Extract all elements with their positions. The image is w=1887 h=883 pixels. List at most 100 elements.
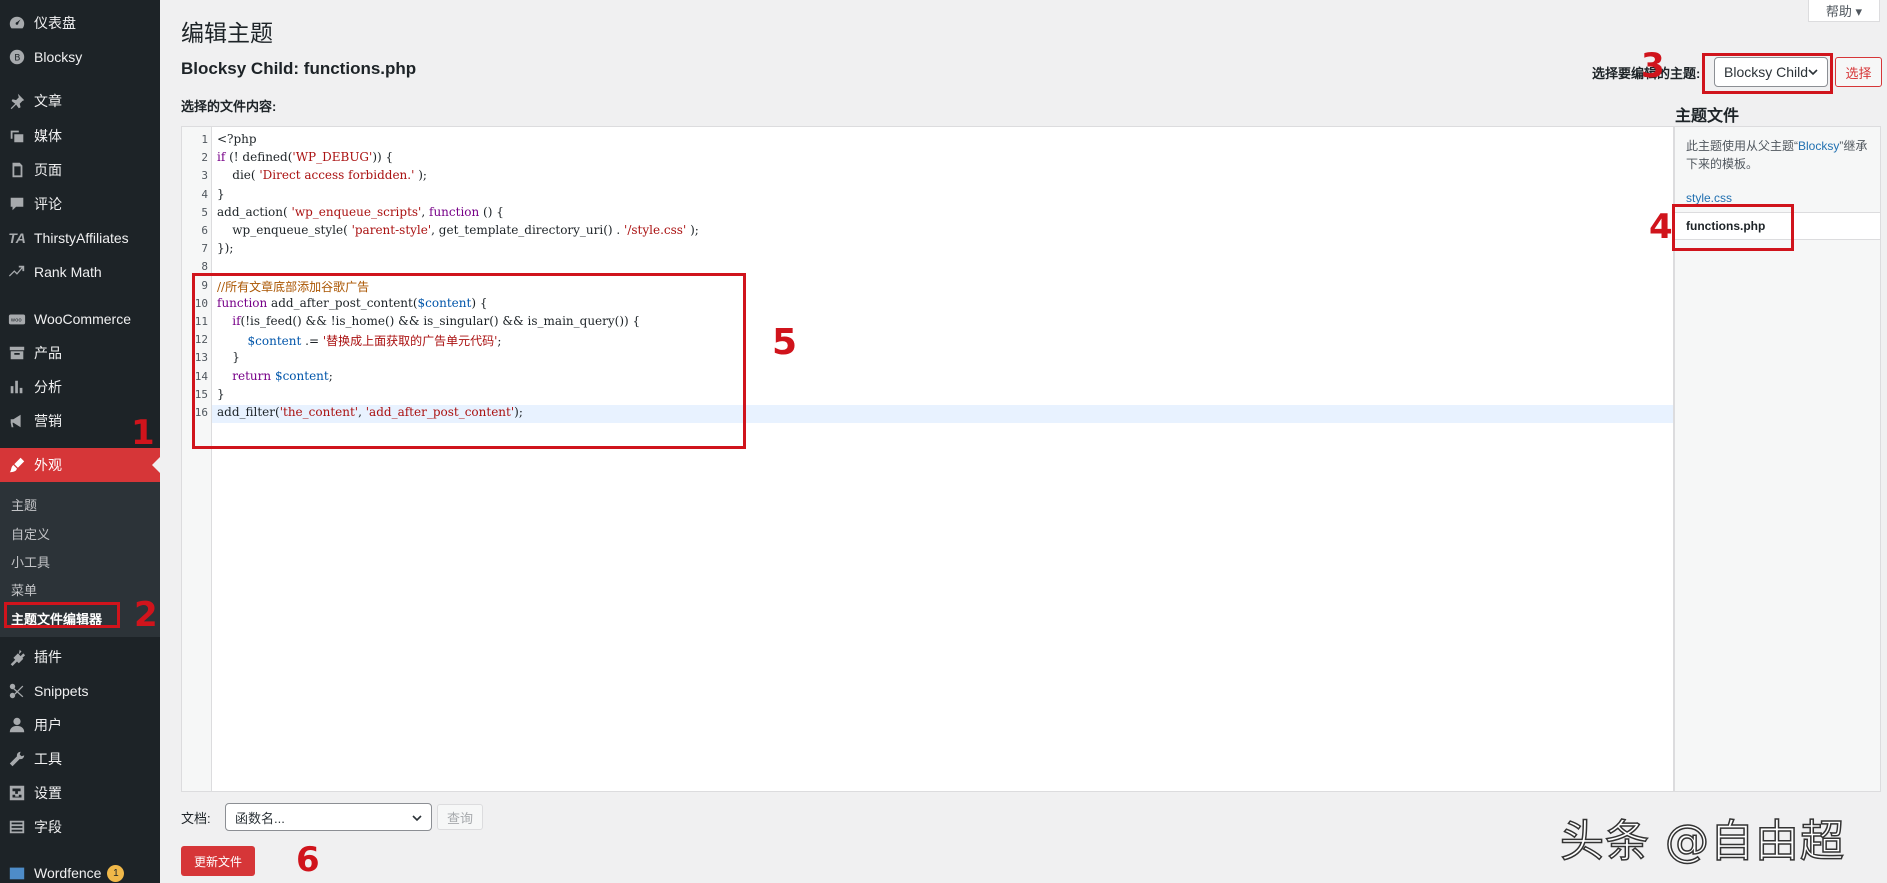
code-editor[interactable]: 1 2 3 4 5 6 7 8 9 10 11 12 13 14 15 16 <?php if (! defin…: [181, 126, 1853, 792]
submenu-item-menus[interactable]: 菜单: [11, 580, 37, 599]
fields-icon: [0, 818, 34, 836]
watermark: 头条 @自由超: [1559, 815, 1845, 868]
line-number: 5: [201, 205, 208, 219]
submenu-item-customize[interactable]: 自定义: [11, 524, 50, 543]
submenu-item-themes[interactable]: 主题: [11, 495, 37, 514]
rank-math-icon: [0, 263, 34, 281]
sidebar-item-label: WooCommerce: [34, 311, 131, 327]
sidebar-item-label: 工具: [34, 751, 62, 767]
select-theme-button[interactable]: 选择: [1835, 57, 1882, 87]
annotation-number-5: 5: [772, 322, 798, 363]
function-name-dropdown[interactable]: 函数名...: [225, 803, 432, 831]
line-number: 2: [201, 151, 208, 165]
sidebar-item-users[interactable]: 用户: [0, 708, 160, 742]
sidebar-item-label: 文章: [34, 93, 62, 109]
content-label: 选择的文件内容:: [181, 99, 277, 114]
sidebar-item-label: Blocksy: [34, 49, 83, 65]
sidebar-item-comments[interactable]: 评论: [0, 187, 160, 221]
sidebar-item-plugins[interactable]: 插件: [0, 640, 160, 674]
submenu-item-widgets[interactable]: 小工具: [11, 552, 50, 571]
code-line: });: [217, 241, 234, 256]
line-number: 6: [201, 224, 208, 237]
line-number: 4: [201, 187, 208, 201]
sidebar-item-label: 评论: [34, 196, 62, 212]
media-icon: [0, 127, 34, 145]
sidebar-item-label: 分析: [34, 379, 62, 395]
function-name-placeholder: 函数名...: [235, 810, 285, 826]
inherit-note: 此主题使用从父主题“Blocksy”继承下来的模板。: [1686, 137, 1876, 173]
snippets-icon: [0, 682, 34, 700]
code-line: <?php: [217, 132, 257, 146]
chevron-down-icon: [412, 815, 422, 822]
sidebar-item-analytics[interactable]: 分析: [0, 370, 160, 404]
parent-theme-link[interactable]: Blocksy: [1798, 139, 1839, 153]
sidebar-item-label: 用户: [34, 717, 62, 733]
megaphone-icon: [0, 412, 34, 430]
sidebar-item-settings[interactable]: 设置: [0, 776, 160, 810]
pin-icon: [0, 92, 34, 110]
wordfence-icon: [0, 864, 34, 882]
sidebar-item-wordfence[interactable]: Wordfence 1: [0, 856, 160, 883]
sidebar-item-appearance[interactable]: 外观: [0, 448, 160, 482]
sidebar-item-fields[interactable]: 字段: [0, 810, 160, 844]
sidebar-item-pages[interactable]: 页面: [0, 153, 160, 187]
annotation-number-2: 2: [134, 595, 158, 635]
sidebar-item-thirstyaffiliates[interactable]: TA ThirstyAffiliates: [0, 221, 160, 255]
line-number: 3: [201, 169, 208, 183]
sidebar-item-blocksy[interactable]: B Blocksy: [0, 40, 160, 74]
sidebar-item-media[interactable]: 媒体: [0, 119, 160, 153]
annotation-box-functions: [1672, 204, 1794, 251]
sidebar-item-dashboard[interactable]: 仪表盘: [0, 6, 160, 40]
annotation-box-theme-editor: [4, 602, 120, 628]
inherit-note-prefix: 此主题使用从父主题“: [1686, 139, 1798, 153]
dashboard-icon: [0, 14, 34, 32]
sidebar-item-label: 外观: [34, 457, 62, 473]
code-line: wp_enqueue_style( 'parent-style', get_te…: [217, 223, 699, 237]
svg-text:B: B: [14, 54, 20, 64]
annotation-box-code: [192, 273, 746, 449]
sidebar-item-label: 仪表盘: [34, 15, 76, 31]
archive-icon: [0, 344, 34, 362]
wrench-icon: [0, 750, 34, 768]
code-line: add_action( 'wp_enqueue_scripts', functi…: [217, 204, 504, 219]
documentation-label: 文档:: [181, 811, 211, 826]
annotation-number-1: 1: [131, 413, 155, 453]
sidebar-item-woocommerce[interactable]: woo WooCommerce: [0, 302, 160, 336]
chart-icon: [0, 378, 34, 396]
sidebar-item-label: Snippets: [34, 683, 89, 699]
line-number: 7: [201, 242, 208, 256]
sidebar-item-label: 营销: [34, 413, 62, 429]
theme-files-title: 主题文件: [1675, 108, 1740, 125]
code-line: if (! defined('WP_DEBUG')) {: [217, 150, 394, 165]
user-icon: [0, 716, 34, 734]
line-number: 8: [201, 260, 208, 274]
file-title: Blocksy Child: functions.php: [181, 59, 417, 78]
help-tab-button[interactable]: 帮助 ▾: [1808, 0, 1880, 22]
annotation-number-6: 6: [296, 840, 320, 880]
lookup-button[interactable]: 查询: [437, 804, 483, 830]
plugin-icon: [0, 648, 34, 666]
sidebar-item-label: 产品: [34, 345, 62, 361]
code-line: die( 'Direct access forbidden.' );: [217, 168, 427, 183]
woo-icon: woo: [0, 310, 34, 328]
sidebar-item-label: 字段: [34, 819, 62, 835]
blocksy-icon: B: [0, 48, 34, 66]
sidebar-item-posts[interactable]: 文章: [0, 84, 160, 118]
sidebar-item-tools[interactable]: 工具: [0, 742, 160, 776]
page-title: 编辑主题: [181, 20, 273, 46]
update-file-button[interactable]: 更新文件: [181, 846, 255, 876]
sidebar-item-label: Wordfence: [34, 865, 102, 881]
annotation-number-3: 3: [1641, 46, 1665, 86]
file-link-style-css[interactable]: style.css: [1686, 191, 1732, 205]
sidebar-item-label: 媒体: [34, 128, 62, 144]
brush-icon: [0, 456, 34, 474]
sidebar-item-products[interactable]: 产品: [0, 336, 160, 370]
sidebar-item-rank-math[interactable]: Rank Math: [0, 255, 160, 289]
settings-icon: [0, 784, 34, 802]
sidebar-item-label: 页面: [34, 162, 62, 178]
annotation-box-theme-select: [1702, 53, 1833, 94]
comment-icon: [0, 195, 34, 213]
sidebar-item-snippets[interactable]: Snippets: [0, 674, 160, 708]
notification-badge: 1: [107, 864, 125, 882]
svg-text:woo: woo: [11, 318, 22, 324]
